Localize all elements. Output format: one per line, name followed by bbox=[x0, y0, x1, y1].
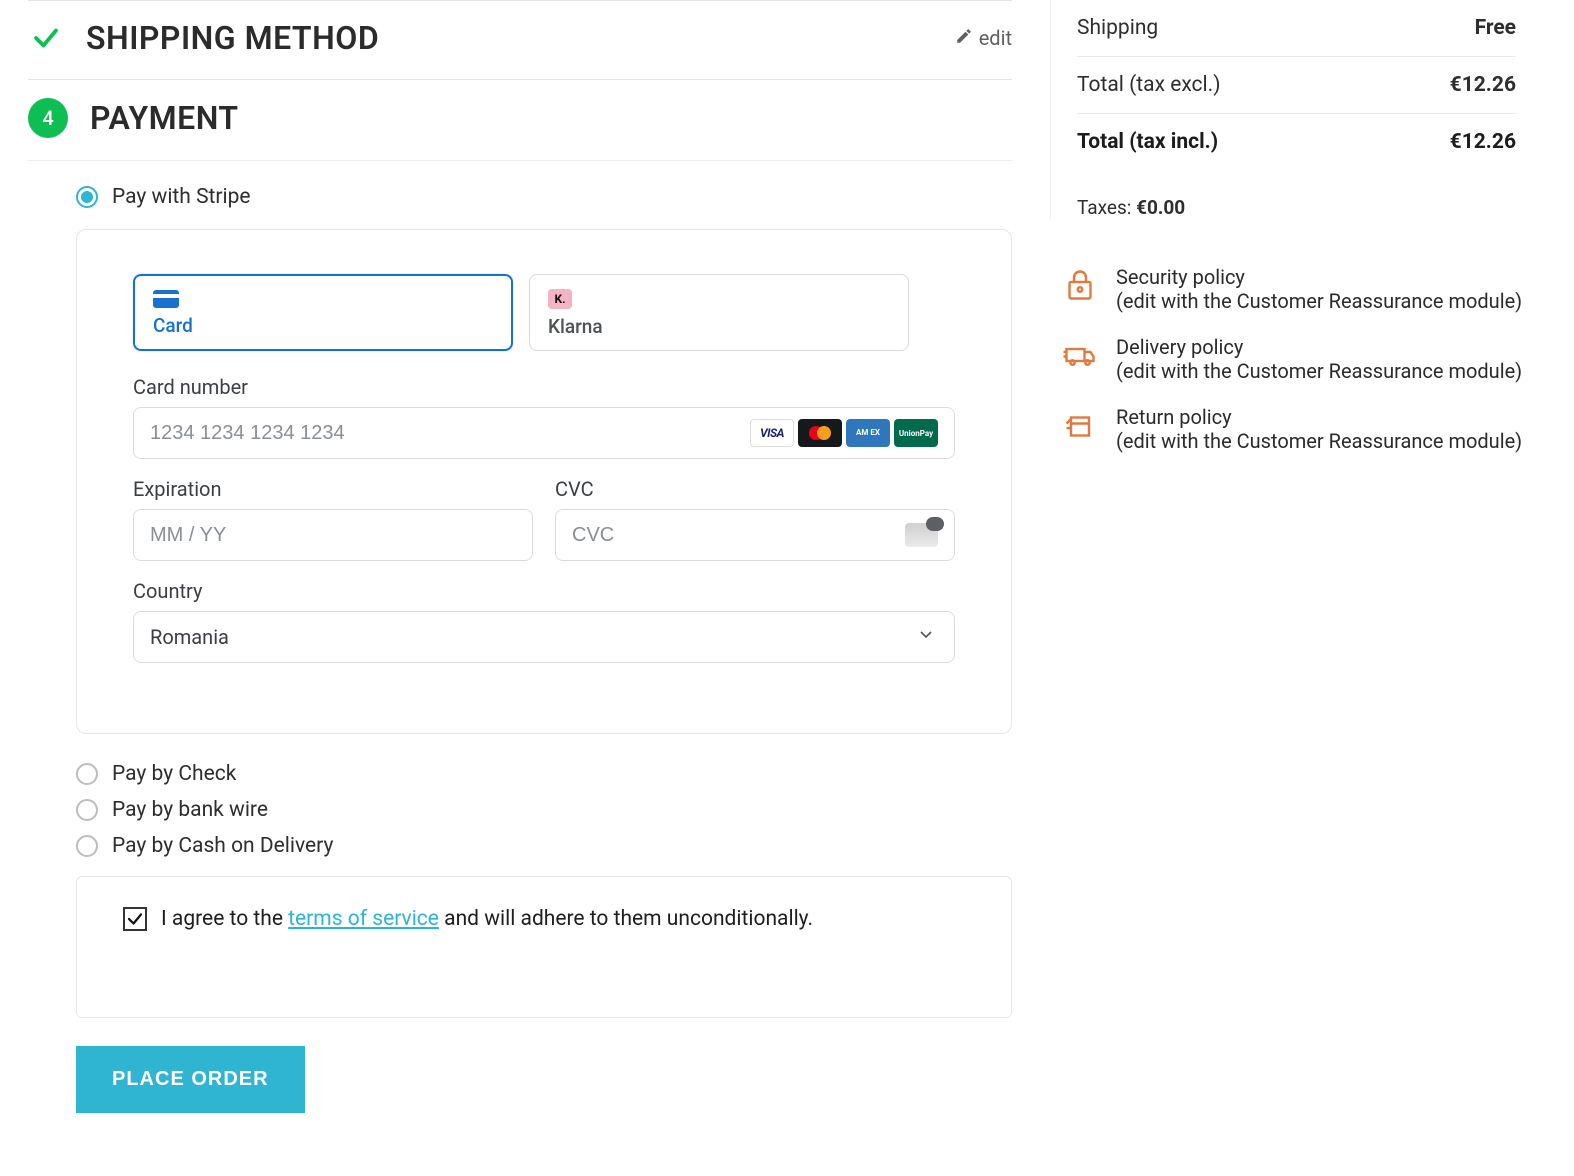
card-brands: VISA AM EX UnionPay bbox=[750, 419, 938, 447]
pay-option-label: Pay with Stripe bbox=[112, 185, 251, 209]
expiration-label: Expiration bbox=[133, 477, 533, 501]
summary-total-incl-label: Total (tax incl.) bbox=[1077, 130, 1218, 154]
amex-icon: AM EX bbox=[846, 419, 890, 447]
taxes-value: €0.00 bbox=[1136, 196, 1185, 219]
policy-return-title: Return policy bbox=[1116, 405, 1522, 429]
place-order-button[interactable]: PLACE ORDER bbox=[76, 1046, 305, 1113]
pay-option-stripe[interactable]: Pay with Stripe bbox=[76, 185, 1012, 209]
chevron-down-icon bbox=[916, 625, 936, 650]
summary-shipping-value: Free bbox=[1475, 16, 1516, 40]
radio-icon bbox=[76, 763, 98, 785]
truck-icon bbox=[1060, 335, 1100, 375]
pay-option-bankwire[interactable]: Pay by bank wire bbox=[76, 798, 1012, 822]
edit-label: edit bbox=[979, 26, 1012, 50]
policy-security-title: Security policy bbox=[1116, 265, 1522, 289]
radio-icon bbox=[76, 835, 98, 857]
card-icon bbox=[153, 290, 179, 308]
cvc-label: CVC bbox=[555, 477, 955, 501]
summary-taxes: Taxes: €0.00 bbox=[1077, 196, 1516, 219]
tab-card[interactable]: Card bbox=[133, 274, 513, 351]
edit-shipping-link[interactable]: edit bbox=[955, 26, 1012, 50]
country-select[interactable]: Romania bbox=[133, 611, 955, 663]
pay-option-label: Pay by bank wire bbox=[112, 798, 268, 822]
policy-return: Return policy (edit with the Customer Re… bbox=[1060, 405, 1540, 453]
order-summary: Shipping Free Total (tax excl.) €12.26 T… bbox=[1050, 0, 1540, 219]
summary-total-excl-label: Total (tax excl.) bbox=[1077, 73, 1221, 97]
stripe-panel: Card K. Klarna Card number bbox=[76, 229, 1012, 734]
terms-prefix: I agree to the bbox=[161, 907, 288, 931]
taxes-label: Taxes: bbox=[1077, 196, 1136, 219]
terms-link[interactable]: terms of service bbox=[288, 907, 439, 931]
summary-total-incl-value: €12.26 bbox=[1450, 130, 1516, 154]
section-shipping: SHIPPING METHOD edit bbox=[28, 0, 1012, 79]
policies: Security policy (edit with the Customer … bbox=[1050, 241, 1540, 453]
pay-option-cod[interactable]: Pay by Cash on Delivery bbox=[76, 834, 1012, 858]
policy-security: Security policy (edit with the Customer … bbox=[1060, 265, 1540, 313]
pay-option-label: Pay by Check bbox=[112, 762, 236, 786]
country-value: Romania bbox=[150, 625, 229, 649]
field-cvc: CVC bbox=[555, 477, 955, 561]
summary-total-excl-value: €12.26 bbox=[1450, 73, 1516, 97]
payment-title: PAYMENT bbox=[90, 99, 239, 137]
policy-delivery: Delivery policy (edit with the Customer … bbox=[1060, 335, 1540, 383]
pencil-icon bbox=[955, 26, 973, 50]
card-number-input[interactable] bbox=[150, 422, 750, 445]
checkout-sidebar: Shipping Free Total (tax excl.) €12.26 T… bbox=[1040, 0, 1540, 475]
card-number-input-wrapper: VISA AM EX UnionPay bbox=[133, 407, 955, 459]
policy-delivery-title: Delivery policy bbox=[1116, 335, 1522, 359]
terms-suffix: and will adhere to them unconditionally. bbox=[439, 907, 813, 931]
policy-return-sub: (edit with the Customer Reassurance modu… bbox=[1116, 429, 1522, 453]
klarna-icon: K. bbox=[548, 289, 572, 309]
terms-checkbox[interactable] bbox=[123, 907, 147, 931]
shipping-title: SHIPPING METHOD bbox=[86, 19, 379, 57]
policy-delivery-sub: (edit with the Customer Reassurance modu… bbox=[1116, 359, 1522, 383]
checkmark-icon bbox=[28, 20, 64, 56]
country-label: Country bbox=[133, 579, 955, 603]
cvc-input[interactable] bbox=[572, 524, 905, 547]
expiration-input[interactable] bbox=[150, 524, 516, 547]
field-expiration: Expiration bbox=[133, 477, 533, 561]
tab-card-label: Card bbox=[153, 314, 493, 337]
field-country: Country Romania bbox=[133, 579, 955, 663]
radio-icon bbox=[76, 186, 98, 208]
tab-klarna[interactable]: K. Klarna bbox=[529, 274, 909, 351]
lock-icon bbox=[1060, 265, 1100, 305]
cvc-icon bbox=[905, 523, 938, 547]
mastercard-icon bbox=[798, 419, 842, 447]
terms-text: I agree to the terms of service and will… bbox=[161, 907, 813, 931]
radio-icon bbox=[76, 799, 98, 821]
tab-klarna-label: Klarna bbox=[548, 315, 890, 338]
card-number-label: Card number bbox=[133, 375, 955, 399]
pay-option-label: Pay by Cash on Delivery bbox=[112, 834, 333, 858]
visa-icon: VISA bbox=[750, 419, 794, 447]
terms-box: I agree to the terms of service and will… bbox=[76, 876, 1012, 1018]
field-card-number: Card number VISA AM EX UnionPay bbox=[133, 375, 955, 459]
policy-security-sub: (edit with the Customer Reassurance modu… bbox=[1116, 289, 1522, 313]
section-payment: 4 PAYMENT Pay with Stripe bbox=[28, 79, 1012, 1113]
checkout-main: SHIPPING METHOD edit 4 PAYMENT bbox=[0, 0, 1040, 1113]
step-number-badge: 4 bbox=[28, 98, 68, 138]
pay-option-check[interactable]: Pay by Check bbox=[76, 762, 1012, 786]
unionpay-icon: UnionPay bbox=[894, 419, 938, 447]
summary-shipping-label: Shipping bbox=[1077, 16, 1158, 40]
return-icon bbox=[1060, 405, 1100, 445]
